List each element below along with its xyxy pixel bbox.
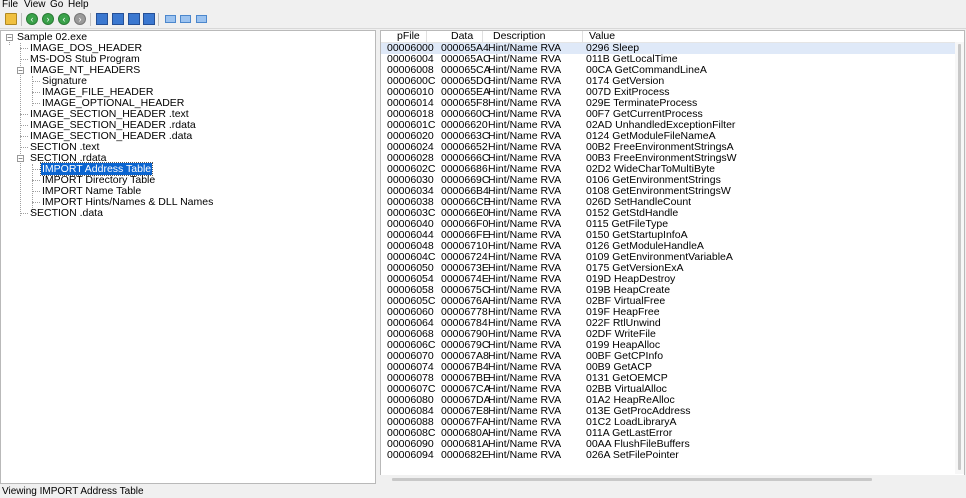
column-header-value[interactable]: Value xyxy=(583,31,964,42)
tree-pane[interactable]: − Sample 02.exe IMAGE_DOS_HEADER MS-DOS … xyxy=(0,30,376,484)
menu-bar: File View Go Help xyxy=(0,0,966,11)
cell-value: 026A SetFilePointer xyxy=(586,449,679,461)
status-text: Viewing IMPORT Address Table xyxy=(2,486,144,497)
table-row[interactable]: 00006094 0000682E Hint/Name RVA 026A SetFil… xyxy=(381,450,964,461)
toolbar-separator xyxy=(158,13,159,26)
toolbar: ‹ › ‹ › xyxy=(0,11,966,29)
list-view[interactable] xyxy=(196,15,207,23)
vertical-scrollbar[interactable] xyxy=(955,42,964,474)
up-arrow-icon[interactable]: ‹ xyxy=(58,13,70,25)
scrollbar-thumb[interactable] xyxy=(392,478,872,481)
collapse-toggle[interactable]: − xyxy=(6,34,13,42)
tree-node[interactable]: SECTION .data xyxy=(29,208,104,219)
open-folder-icon[interactable] xyxy=(5,13,17,25)
back-arrow-icon[interactable]: ‹ xyxy=(26,13,38,25)
view-export-icon[interactable] xyxy=(143,13,155,25)
menu-view[interactable]: View xyxy=(24,0,46,11)
tree-line xyxy=(32,169,40,170)
horizontal-scrollbar[interactable] xyxy=(380,475,965,484)
view-import-icon[interactable] xyxy=(128,13,140,25)
stop-icon[interactable]: › xyxy=(74,13,86,25)
scrollbar-thumb[interactable] xyxy=(958,44,961,470)
tree-line xyxy=(32,92,40,93)
toolbar-separator xyxy=(21,13,22,26)
tree-line xyxy=(20,136,28,137)
forward-arrow-icon[interactable]: › xyxy=(42,13,54,25)
large-icons-view[interactable] xyxy=(165,15,176,23)
tree-line xyxy=(20,125,28,126)
status-bar: Viewing IMPORT Address Table xyxy=(0,485,966,498)
menu-file[interactable]: File xyxy=(2,0,18,11)
tree-line xyxy=(32,202,40,203)
tree-line xyxy=(32,103,40,104)
tree-line xyxy=(32,180,40,181)
collapse-toggle[interactable]: − xyxy=(17,67,24,75)
toolbar-separator xyxy=(90,13,91,26)
tree-line xyxy=(20,114,28,115)
tree-line xyxy=(32,191,40,192)
menu-go[interactable]: Go xyxy=(50,0,63,11)
menu-help[interactable]: Help xyxy=(68,0,89,11)
tree-line xyxy=(20,213,28,214)
column-header-description[interactable]: Description xyxy=(483,31,583,42)
small-icons-view[interactable] xyxy=(180,15,191,23)
cell-pfile: 00006094 xyxy=(387,449,434,461)
view-mail-icon[interactable] xyxy=(112,13,124,25)
column-header-pfile[interactable]: pFile xyxy=(381,31,427,42)
tree-line xyxy=(32,81,40,82)
tree-line xyxy=(20,147,28,148)
collapse-toggle[interactable]: − xyxy=(17,155,24,163)
tree-line xyxy=(20,48,28,49)
tree-line xyxy=(20,59,28,60)
cell-data: 0000682E xyxy=(441,449,489,461)
view-hex-icon[interactable] xyxy=(96,13,108,25)
list-view-pane[interactable]: pFile Data Description Value 00006000 000… xyxy=(380,30,965,484)
column-header-data[interactable]: Data xyxy=(427,31,483,42)
cell-desc: Hint/Name RVA xyxy=(488,449,562,461)
